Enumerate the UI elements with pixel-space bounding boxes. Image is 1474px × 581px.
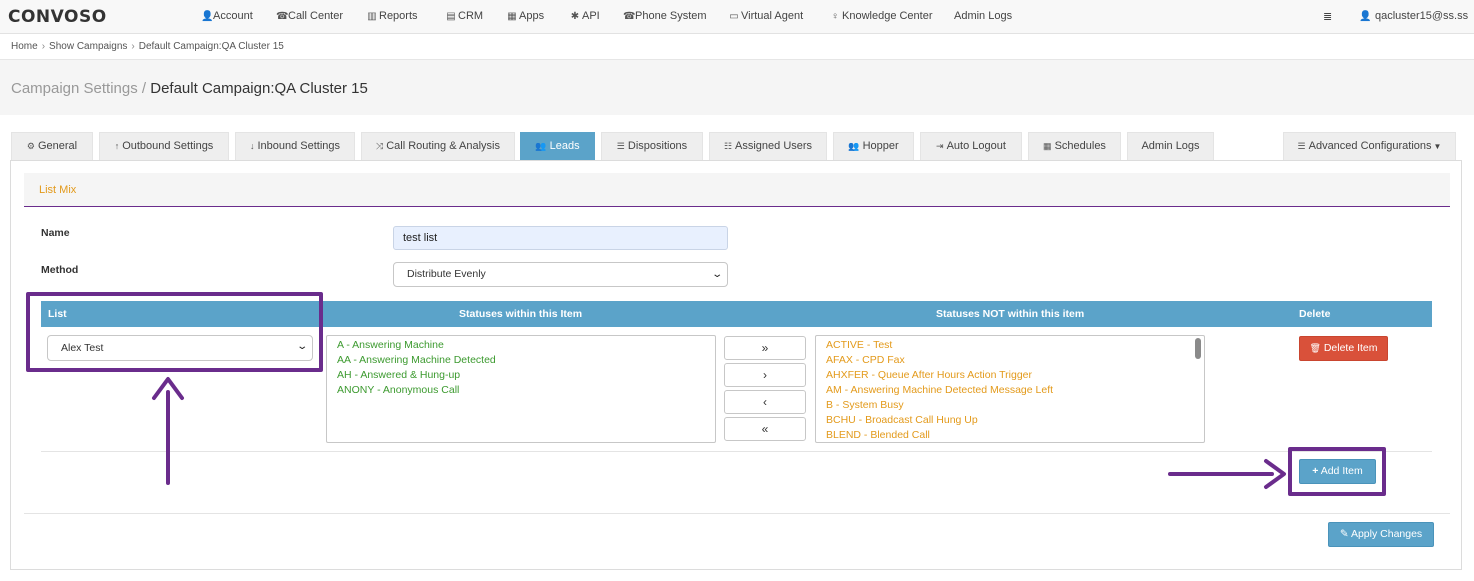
- nav-phone-system[interactable]: ☎Phone System: [623, 10, 707, 22]
- breadcrumb-home[interactable]: Home: [11, 41, 38, 52]
- users-icon: 👥: [535, 141, 547, 151]
- list-mix-header: [24, 173, 1450, 207]
- gear-icon: ✱: [570, 11, 580, 22]
- trash-icon: 🗑: [1309, 343, 1321, 353]
- random-icon: ⤨: [376, 141, 384, 151]
- th-not-within: Statuses NOT within this item: [936, 308, 1085, 320]
- monitor-icon: ▭: [729, 11, 739, 22]
- top-navbar: CONVOSO 👤Account ☎Call Center ▥ Reports ▤…: [0, 0, 1474, 34]
- tab-inbound-settings[interactable]: ↓ Inbound Settings: [235, 132, 355, 160]
- list-icon: ☰: [616, 141, 625, 151]
- tab-hopper[interactable]: 👥 Hopper: [833, 132, 914, 160]
- list-select[interactable]: Alex Test ⌄: [47, 335, 313, 361]
- table-icon: ▤: [446, 11, 456, 22]
- move-all-left-button[interactable]: «: [724, 417, 806, 441]
- grid-icon: ▦: [507, 11, 517, 22]
- tab-schedules[interactable]: ▦ Schedules: [1028, 132, 1121, 160]
- breadcrumb-current: Default Campaign:QA Cluster 15: [138, 41, 284, 52]
- list-item[interactable]: B - System Busy: [826, 398, 1194, 413]
- user-icon: 👤: [201, 11, 214, 22]
- edit-icon: ✎: [1339, 528, 1349, 540]
- section-title: List Mix: [39, 184, 77, 196]
- list-item[interactable]: ACTIVE - Test: [826, 338, 1194, 353]
- users-icon: 👥: [848, 141, 860, 151]
- nav-apps[interactable]: ▦ Apps: [507, 10, 544, 22]
- move-left-button[interactable]: ‹: [724, 390, 806, 414]
- gears-icon: ⚙: [26, 141, 35, 151]
- user-menu[interactable]: 👤 qacluster15@ss.ss: [1359, 10, 1468, 22]
- tab-call-routing[interactable]: ⤨ Call Routing & Analysis: [361, 132, 515, 160]
- tab-leads[interactable]: 👥 Leads: [520, 132, 595, 160]
- list-item[interactable]: BCHU - Broadcast Call Hung Up: [826, 413, 1194, 428]
- divider: [41, 451, 1432, 452]
- statuses-not-within-listbox[interactable]: ACTIVE - Test AFAX - CPD Fax AHXFER - Qu…: [815, 335, 1205, 443]
- chevron-right-icon: ›: [131, 41, 135, 52]
- caret-down-icon: ▼: [1433, 142, 1442, 151]
- th-delete: Delete: [1299, 308, 1331, 320]
- tab-outbound-settings[interactable]: ↑ Outbound Settings: [99, 132, 229, 160]
- nav-crm[interactable]: ▤ CRM: [446, 10, 483, 22]
- statuses-within-listbox[interactable]: A - Answering Machine AA - Answering Mac…: [326, 335, 716, 443]
- th-within: Statuses within this Item: [459, 308, 583, 320]
- nav-account[interactable]: 👤Account: [201, 10, 253, 22]
- nav-api[interactable]: ✱ API: [570, 10, 600, 22]
- listbox-scrollbar[interactable]: [1195, 338, 1201, 359]
- name-input[interactable]: [393, 226, 728, 250]
- tab-auto-logout[interactable]: ⇥ Auto Logout: [920, 132, 1022, 160]
- list-item[interactable]: AA - Answering Machine Detected: [337, 353, 705, 368]
- page-title: Campaign Settings / Default Campaign:QA …: [11, 80, 368, 97]
- nav-knowledge-center[interactable]: ♀ Knowledge Center: [830, 10, 932, 22]
- list-item[interactable]: AM - Answering Machine Detected Message …: [826, 383, 1194, 398]
- convoso-logo[interactable]: CONVOSO: [8, 7, 107, 27]
- apply-changes-button[interactable]: ✎ Apply Changes: [1328, 522, 1434, 547]
- chevron-down-icon: ⌄: [710, 269, 723, 280]
- list-item[interactable]: A - Answering Machine: [337, 338, 705, 353]
- nav-reports[interactable]: ▥ Reports: [367, 10, 417, 22]
- nav-admin-logs[interactable]: Admin Logs: [954, 10, 1012, 22]
- move-all-right-button[interactable]: »: [724, 336, 806, 360]
- add-item-button[interactable]: + Add Item: [1299, 459, 1376, 484]
- phone-icon: ☎: [623, 11, 636, 22]
- arrow-down-icon: ↓: [249, 141, 255, 151]
- chevron-right-icon: ›: [41, 41, 46, 52]
- tab-dispositions[interactable]: ☰ Dispositions: [601, 132, 703, 160]
- nav-virtual-agent[interactable]: ▭ Virtual Agent: [729, 10, 803, 22]
- breadcrumb-show-campaigns[interactable]: Show Campaigns: [49, 41, 127, 52]
- name-label: Name: [41, 227, 70, 239]
- tab-general[interactable]: ⚙ General: [11, 132, 93, 160]
- list-item[interactable]: AFAX - CPD Fax: [826, 353, 1194, 368]
- list-item[interactable]: AH - Answered & Hung-up: [337, 368, 705, 383]
- tab-advanced-configurations[interactable]: ☰ Advanced Configurations ▼: [1283, 132, 1456, 160]
- divider: [24, 513, 1450, 514]
- sign-out-icon: ⇥: [936, 141, 944, 151]
- nav-call-center[interactable]: ☎Call Center: [276, 10, 343, 22]
- breadcrumb: Home › Show Campaigns › Default Campaign:QA …: [0, 34, 1474, 60]
- phone-icon: ☎: [276, 11, 289, 22]
- calendar-icon: ▦: [1043, 141, 1052, 151]
- list-icon: ☰: [1297, 141, 1306, 151]
- delete-item-button[interactable]: 🗑 Delete Item: [1299, 336, 1388, 361]
- database-icon[interactable]: ≣: [1323, 10, 1332, 23]
- move-right-button[interactable]: ›: [724, 363, 806, 387]
- method-select[interactable]: Distribute Evenly ⌄: [393, 262, 728, 287]
- table-header: [41, 301, 1432, 327]
- bar-chart-icon: ▥: [367, 11, 377, 22]
- list-item[interactable]: ANONY - Anonymous Call: [337, 383, 705, 398]
- method-label: Method: [41, 264, 79, 276]
- th-list: List: [48, 308, 67, 320]
- chevron-down-icon: ⌄: [295, 341, 308, 352]
- arrow-up-icon: ↑: [114, 141, 120, 151]
- list-item[interactable]: AHXFER - Queue After Hours Action Trigge…: [826, 368, 1194, 383]
- tab-admin-logs[interactable]: Admin Logs: [1127, 132, 1214, 160]
- list-ol-icon: ☷: [723, 141, 733, 151]
- user-icon: 👤: [1359, 11, 1372, 22]
- list-item[interactable]: BLEND - Blended Call: [826, 428, 1194, 442]
- lightbulb-icon: ♀: [831, 11, 839, 22]
- plus-icon: +: [1312, 465, 1319, 477]
- tab-assigned-users[interactable]: ☷ Assigned Users: [709, 132, 827, 160]
